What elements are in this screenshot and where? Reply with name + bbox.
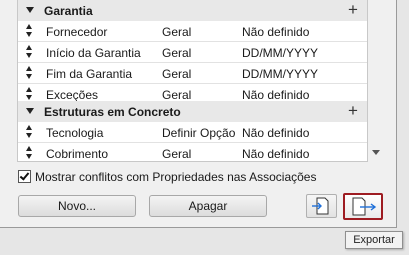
group-label: Garantia — [44, 4, 93, 18]
show-conflicts-label: Mostrar conflitos com Propriedades nas A… — [35, 170, 317, 184]
export-button[interactable] — [343, 193, 383, 220]
property-name: Início da Garantia — [46, 46, 141, 60]
drag-handle-icon[interactable] — [26, 146, 34, 160]
export-tooltip: Exportar — [345, 231, 403, 249]
export-icon — [352, 197, 377, 216]
property-type: Geral — [162, 147, 192, 161]
property-row[interactable]: Cobrimento Geral Não definido — [18, 143, 367, 161]
property-type: Geral — [162, 67, 192, 81]
property-type: Definir Opção — [162, 126, 236, 140]
collapse-triangle-icon[interactable] — [26, 108, 34, 114]
property-value: Não definido — [242, 88, 310, 102]
properties-panel: Garantia + Fornecedor Geral Não definido… — [0, 0, 397, 228]
property-value: DD/MM/YYYY — [242, 67, 319, 81]
property-type: Geral — [162, 25, 192, 39]
property-name: Fim da Garantia — [46, 67, 133, 81]
show-conflicts-checkbox[interactable] — [18, 170, 31, 183]
add-property-plus-icon[interactable]: + — [348, 0, 358, 20]
group-row-estruturas[interactable]: Estruturas em Concreto + — [18, 101, 367, 122]
group-label: Estruturas em Concreto — [44, 105, 181, 119]
checkmark-icon — [19, 170, 30, 181]
delete-button[interactable]: Apagar — [149, 195, 267, 217]
property-value: Não definido — [242, 147, 310, 161]
property-name: Fornecedor — [46, 25, 108, 39]
property-name: Exceções — [46, 88, 99, 102]
property-value: DD/MM/YYYY — [242, 46, 319, 60]
property-row[interactable]: Início da Garantia Geral DD/MM/YYYY — [18, 42, 367, 63]
collapse-triangle-icon[interactable] — [26, 7, 34, 13]
property-row[interactable]: Tecnologia Definir Opção Não definido — [18, 122, 367, 143]
property-list: Garantia + Fornecedor Geral Não definido… — [17, 0, 368, 162]
add-property-plus-icon[interactable]: + — [348, 101, 358, 121]
drag-handle-icon[interactable] — [26, 125, 34, 139]
property-value: Não definido — [242, 126, 310, 140]
property-row[interactable]: Fim da Garantia Geral DD/MM/YYYY — [18, 63, 367, 84]
import-button[interactable] — [306, 194, 337, 218]
drag-handle-icon[interactable] — [26, 66, 34, 80]
scroll-down-arrow-icon[interactable] — [372, 150, 380, 155]
drag-handle-icon[interactable] — [26, 24, 34, 38]
new-button[interactable]: Novo... — [18, 195, 136, 217]
drag-handle-icon[interactable] — [26, 87, 34, 101]
group-row-garantia[interactable]: Garantia + — [18, 0, 367, 21]
property-type: Geral — [162, 46, 192, 60]
import-icon — [312, 197, 329, 215]
property-type: Geral — [162, 88, 192, 102]
property-value: Não definido — [242, 25, 310, 39]
property-name: Cobrimento — [46, 147, 109, 161]
property-name: Tecnologia — [46, 126, 104, 140]
property-row[interactable]: Fornecedor Geral Não definido — [18, 21, 367, 42]
drag-handle-icon[interactable] — [26, 45, 34, 59]
